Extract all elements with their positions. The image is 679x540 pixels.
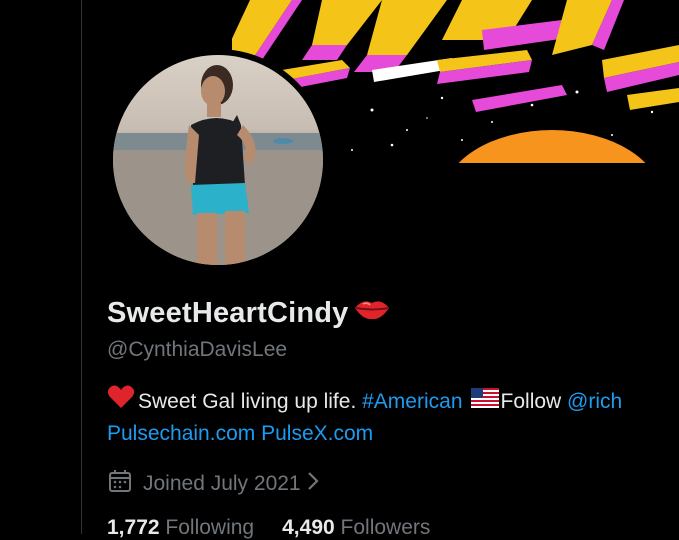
hashtag-link[interactable]: #American [362,386,462,418]
avatar[interactable] [113,55,323,265]
heart-icon [107,384,135,420]
us-flag-icon [470,386,499,418]
profile-bio: Sweet Gal living up life. #American Foll… [107,384,679,450]
following-link[interactable]: 1,772 Following [107,516,254,539]
bio-line-1: Sweet Gal living up life. #American Foll… [107,384,679,420]
lips-icon [353,296,391,330]
display-name-text: SweetHeartCindy [107,296,349,329]
display-name: SweetHeartCindy [107,296,391,330]
pulsex-link[interactable]: PulseX.com [261,418,373,450]
follow-text: Follow [500,390,562,413]
following-count: 1,772 [107,516,160,539]
calendar-icon [107,468,133,500]
followers-label: Followers [340,516,431,539]
chevron-right-icon [307,471,319,497]
joined-date[interactable]: Joined July 2021 [107,468,319,500]
user-handle: @CynthiaDavisLee [107,338,288,361]
followers-count: 4,490 [282,516,335,539]
bio-text: Sweet Gal living up life. [138,390,357,413]
mention-link[interactable]: @rich [567,386,622,418]
following-label: Following [165,516,255,539]
pulsechain-link[interactable]: Pulsechain.com [107,418,255,450]
follow-stats: 1,772 Following 4,490 Followers [107,516,430,540]
bio-line-2: Pulsechain.com PulseX.com [107,418,679,450]
sidebar-divider [81,0,82,534]
joined-text: Joined July 2021 [143,472,301,495]
followers-link[interactable]: 4,490 Followers [282,516,430,539]
left-sidebar [0,0,81,534]
